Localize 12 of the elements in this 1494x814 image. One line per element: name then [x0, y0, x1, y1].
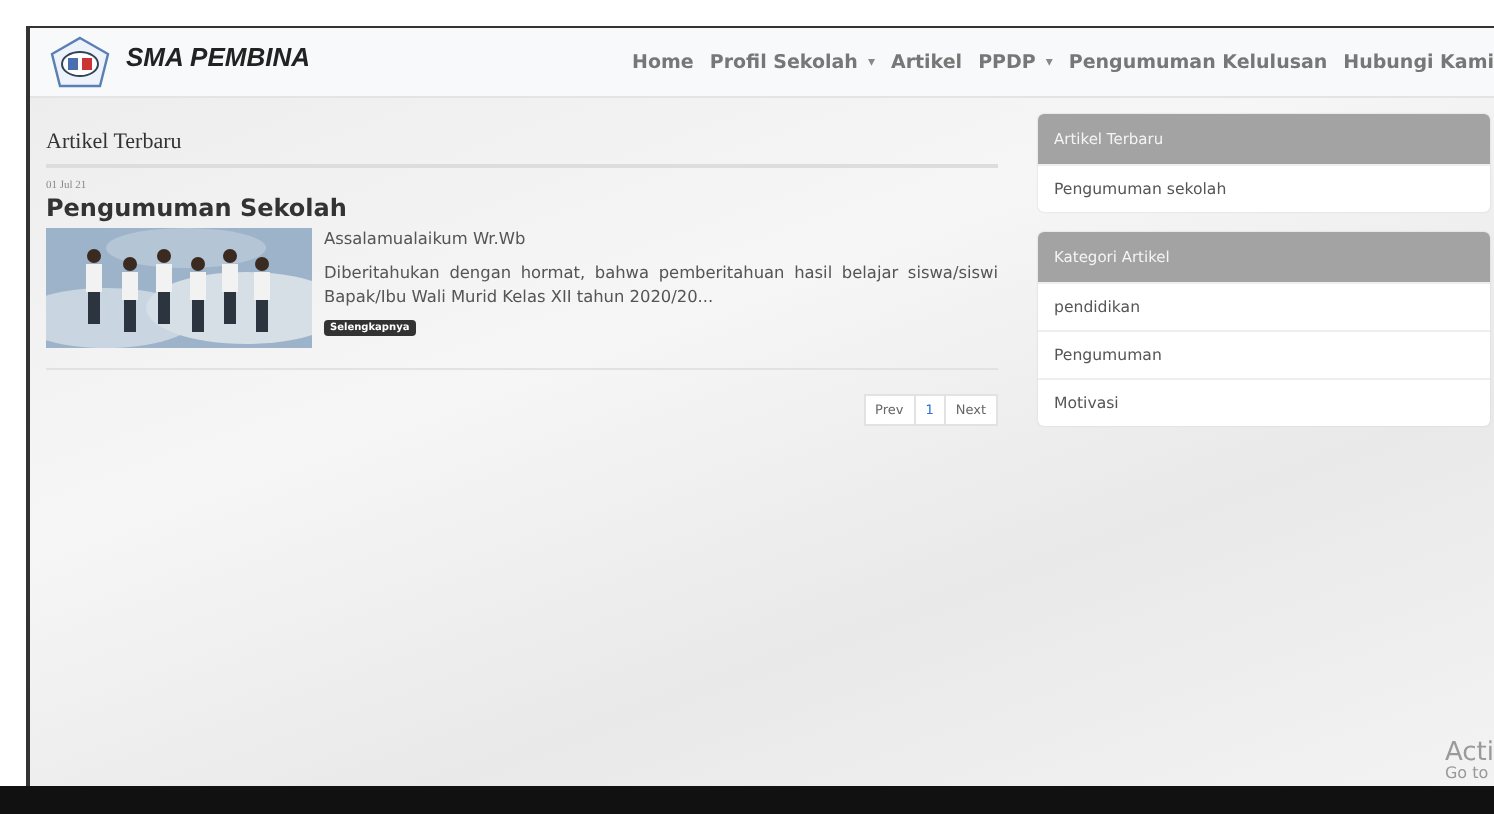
- activation-notice: Acti: [1444, 740, 1494, 766]
- article-excerpt: Diberitahukan dengan hormat, bahwa pemberitahuan hasil belajar siswa/siswi Bapak/Ibu Wali Murid Kelas XII tahun 2020/20...: [324, 261, 998, 310]
- section-heading: Artikel Terbaru: [46, 130, 998, 168]
- brand-name[interactable]: SMA PEMBINA: [126, 41, 310, 71]
- nav-link[interactable]: Hubungi Kami: [1343, 51, 1494, 73]
- nav-link[interactable]: Home: [632, 51, 694, 73]
- article-greeting: Assalamualaikum Wr.Wb: [324, 228, 526, 252]
- school-logo-icon: [50, 36, 110, 88]
- nav-link[interactable]: Artikel: [890, 51, 963, 73]
- activation-hint: Go to: [1444, 766, 1491, 782]
- article-title[interactable]: Pengumuman Sekolah: [46, 194, 998, 222]
- nav-link[interactable]: Pengumuman Kelulusan: [1068, 51, 1328, 73]
